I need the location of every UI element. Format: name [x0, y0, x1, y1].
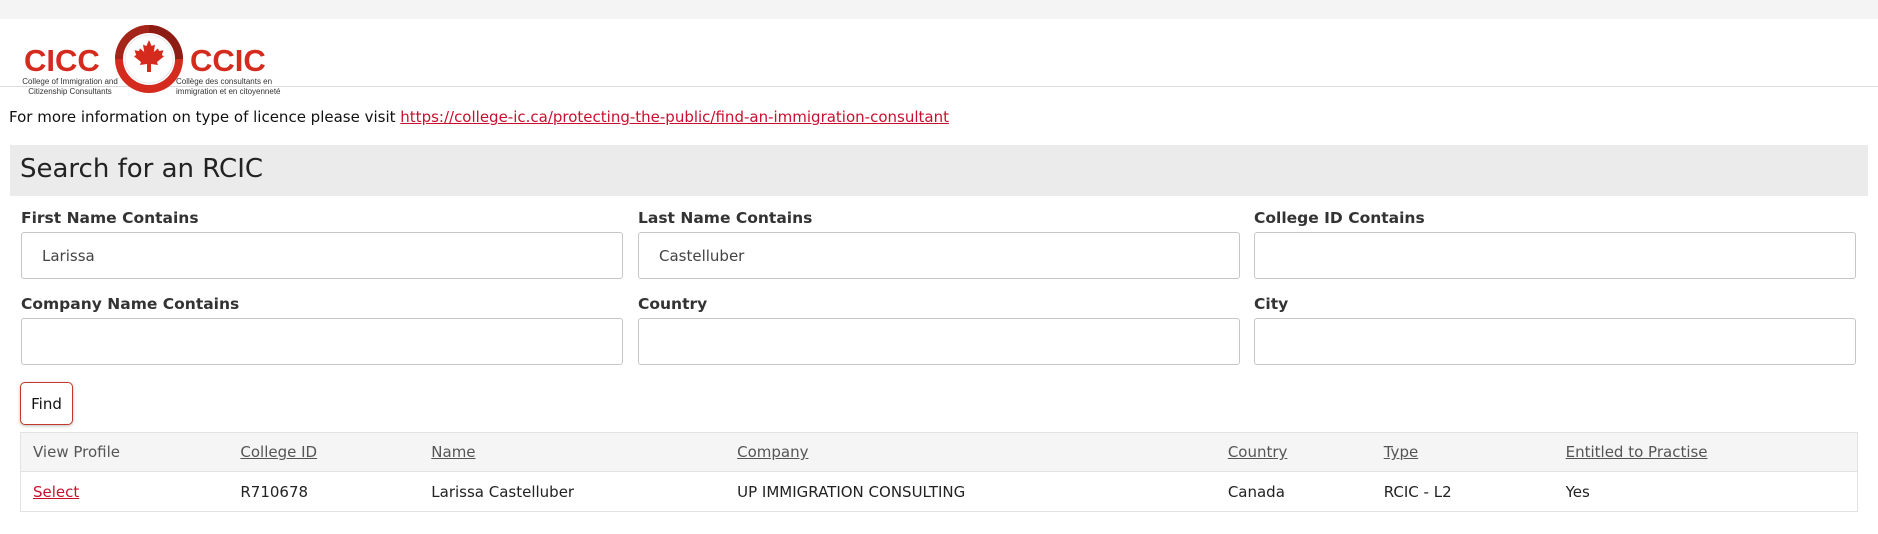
country-input[interactable]	[638, 318, 1240, 365]
country-field: Country	[638, 294, 1240, 365]
cell-entitled: Yes	[1553, 471, 1858, 512]
table-row: Select R710678 Larissa Castelluber UP IM…	[20, 471, 1858, 512]
cell-country: Canada	[1215, 471, 1372, 512]
licence-info-prefix: For more information on type of licence …	[9, 108, 401, 126]
company-name-input[interactable]	[21, 318, 623, 365]
country-label: Country	[638, 295, 708, 313]
logo-abbr-fr: CCIC	[190, 43, 266, 78]
sort-college-id-link[interactable]: College ID	[240, 443, 317, 461]
sort-company-link[interactable]: Company	[737, 443, 808, 461]
col-entitled: Entitled to Practise	[1553, 432, 1858, 472]
sort-entitled-link[interactable]: Entitled to Practise	[1566, 443, 1708, 461]
col-type: Type	[1371, 432, 1554, 472]
last-name-label: Last Name Contains	[638, 209, 813, 227]
logo-abbr-en: CICC	[24, 43, 100, 78]
maple-leaf-seal-icon	[115, 25, 183, 93]
page-title: Search for an RCIC	[20, 154, 264, 184]
site-header: CICC College of Immigration and Citizens…	[0, 19, 1878, 96]
cell-name: Larissa Castelluber	[419, 471, 726, 512]
first-name-label: First Name Contains	[21, 209, 199, 227]
logo-name-en: College of Immigration and Citizenship C…	[22, 77, 118, 96]
last-name-input[interactable]	[638, 232, 1240, 279]
first-name-field: First Name Contains	[21, 208, 623, 279]
find-button[interactable]: Find	[20, 382, 73, 425]
results-header-row: View Profile College ID Name Company Cou…	[20, 432, 1858, 472]
top-strip	[0, 0, 1878, 19]
last-name-field: Last Name Contains	[638, 208, 1240, 279]
col-view-profile: View Profile	[20, 432, 229, 472]
logo-name-fr: Collège des consultants en immigration e…	[176, 77, 281, 96]
licence-info-link[interactable]: https://college-ic.ca/protecting-the-pub…	[400, 108, 949, 126]
college-id-field: College ID Contains	[1254, 208, 1856, 279]
cell-company: UP IMMIGRATION CONSULTING	[725, 471, 1216, 512]
select-profile-link[interactable]: Select	[33, 483, 79, 501]
results-table: View Profile College ID Name Company Cou…	[20, 432, 1858, 512]
col-name: Name	[419, 432, 726, 472]
cell-type: RCIC - L2	[1371, 471, 1554, 512]
col-company: Company	[725, 432, 1216, 472]
city-label: City	[1254, 295, 1289, 313]
college-id-label: College ID Contains	[1254, 209, 1425, 227]
cell-college-id: R710678	[228, 471, 420, 512]
col-college-id: College ID	[228, 432, 420, 472]
sort-country-link[interactable]: Country	[1228, 443, 1288, 461]
sort-name-link[interactable]: Name	[431, 443, 475, 461]
city-field: City	[1254, 294, 1856, 365]
search-section-header: Search for an RCIC	[10, 145, 1868, 196]
col-country: Country	[1215, 432, 1372, 472]
first-name-input[interactable]	[21, 232, 623, 279]
college-id-input[interactable]	[1254, 232, 1856, 279]
city-input[interactable]	[1254, 318, 1856, 365]
cell-view-profile: Select	[20, 471, 229, 512]
company-name-field: Company Name Contains	[21, 294, 623, 365]
sort-type-link[interactable]: Type	[1384, 443, 1418, 461]
company-name-label: Company Name Contains	[21, 295, 240, 313]
licence-info-text: For more information on type of licence …	[9, 108, 949, 126]
cicc-logo[interactable]: CICC College of Immigration and Citizens…	[14, 23, 286, 101]
